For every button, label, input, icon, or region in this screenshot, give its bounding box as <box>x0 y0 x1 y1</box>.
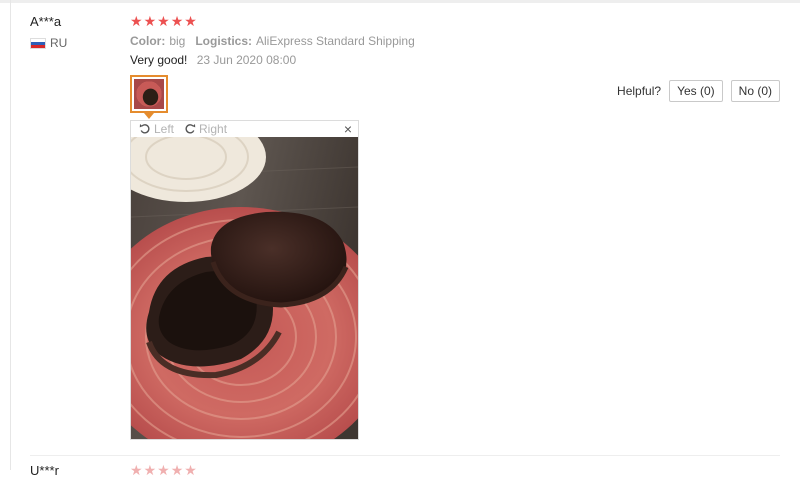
helpful-label: Helpful? <box>617 84 662 98</box>
reviewer-name: A***a <box>30 14 62 29</box>
helpful-votes: Helpful? Yes (0) No (0) <box>617 80 780 102</box>
review-divider <box>30 455 780 456</box>
rotate-left-icon <box>139 124 150 134</box>
attr-color-label: Color: <box>130 34 166 48</box>
photo-viewer: Left Right × <box>130 120 359 440</box>
review-photo <box>131 137 358 439</box>
feedback-text: Very good! <box>130 53 188 67</box>
review-photo-image <box>131 137 358 439</box>
rating-stars: ★ ★ ★ ★ ★ <box>130 13 197 29</box>
order-attributes: Color: big Logistics: AliExpress Standard S… <box>130 34 415 48</box>
star-icon: ★ <box>130 462 143 478</box>
reviewer-country: RU <box>30 36 67 50</box>
star-icon: ★ <box>170 13 184 29</box>
rotate-left-label: Left <box>154 122 175 136</box>
attr-logistics-value: AliExpress Standard Shipping <box>256 34 415 48</box>
attr-color-value: big <box>169 34 186 48</box>
rotate-right-label: Right <box>199 122 228 136</box>
russia-flag-icon <box>30 37 46 49</box>
thumbnail-image <box>134 79 164 109</box>
left-border <box>10 0 11 470</box>
next-rating-stars: ★ ★ ★ ★ ★ <box>130 462 197 478</box>
rotate-left-button[interactable]: Left <box>139 122 174 136</box>
close-icon[interactable]: × <box>344 121 352 137</box>
rotate-right-icon <box>185 124 196 134</box>
vote-no-button[interactable]: No (0) <box>730 80 780 102</box>
thumbnail-pointer <box>144 113 154 119</box>
vote-yes-button[interactable]: Yes (0) <box>669 80 723 102</box>
star-icon: ★ <box>130 13 143 29</box>
top-border <box>0 0 800 3</box>
star-icon: ★ <box>143 462 157 478</box>
star-icon: ★ <box>157 462 170 478</box>
feedback: Very good! 23 Jun 2020 08:00 <box>130 53 296 67</box>
rotate-right-button[interactable]: Right <box>184 122 227 136</box>
star-icon: ★ <box>184 13 197 29</box>
next-reviewer-name: U***r <box>30 463 59 478</box>
review-photo-thumbnail[interactable] <box>130 75 168 113</box>
country-code: RU <box>50 36 68 50</box>
star-icon: ★ <box>184 462 197 478</box>
star-icon: ★ <box>157 13 170 29</box>
attr-logistics-label: Logistics: <box>195 34 253 48</box>
viewer-toolbar: Left Right × <box>131 121 358 137</box>
star-icon: ★ <box>170 462 184 478</box>
feedback-date: 23 Jun 2020 08:00 <box>196 53 297 67</box>
star-icon: ★ <box>143 13 157 29</box>
